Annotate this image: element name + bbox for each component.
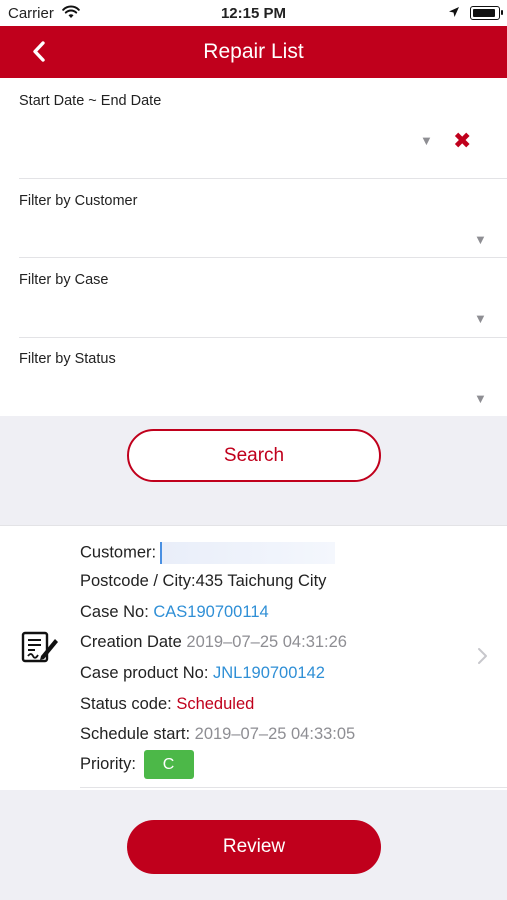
case-no-label: Case No: (80, 603, 149, 621)
creation-date-value: 2019–07–25 04:31:26 (186, 633, 347, 651)
divider (80, 787, 507, 788)
location-arrow-icon (449, 7, 459, 17)
filter-customer-label: Filter by Customer (19, 193, 138, 209)
review-button[interactable]: Review (127, 820, 381, 874)
battery-fill (473, 9, 495, 17)
filter-status-label: Filter by Status (19, 351, 116, 367)
priority-badge: C (143, 750, 194, 779)
schedule-start-value: 2019–07–25 04:33:05 (194, 725, 356, 743)
document-sign-icon (21, 631, 58, 663)
creation-date-label: Creation Date (80, 633, 182, 651)
dropdown-caret-icon[interactable]: ▼ (420, 133, 433, 148)
creation-date-row: Creation Date 2019–07–25 04:31:26 (80, 633, 347, 652)
postcode-row: Postcode / City:435 Taichung City (80, 572, 326, 591)
repair-record-card[interactable]: Customer: Postcode / City:435 Taichung C… (0, 525, 507, 790)
priority-label: Priority: (80, 754, 136, 773)
battery-icon (470, 6, 503, 20)
filter-date-range-label: Start Date ~ End Date (19, 93, 162, 109)
nav-bar: Repair List (0, 26, 507, 78)
case-no-value[interactable]: CAS190700114 (153, 603, 268, 621)
filter-panel: Start Date ~ End Date ▼ ✖ Filter by Cust… (0, 78, 507, 416)
filter-customer[interactable]: Filter by Customer ▼ (0, 179, 507, 257)
status-code-label: Status code: (80, 695, 172, 713)
customer-row: Customer: (80, 542, 336, 564)
filter-case[interactable]: Filter by Case ▼ (0, 258, 507, 337)
status-time: 12:15 PM (220, 5, 287, 22)
case-no-row: Case No: CAS190700114 (80, 603, 269, 622)
filter-date-range[interactable]: Start Date ~ End Date ▼ ✖ (0, 78, 507, 178)
filter-status[interactable]: Filter by Status ▼ (0, 338, 507, 416)
schedule-start-label: Schedule start: (80, 725, 191, 743)
schedule-start-row: Schedule start: 2019–07–25 04:33:05 (80, 725, 355, 744)
dropdown-caret-icon[interactable]: ▼ (474, 391, 487, 406)
case-product-row: Case product No: JNL190700142 (80, 664, 325, 683)
clear-icon[interactable]: ✖ (453, 128, 471, 154)
customer-label: Customer: (80, 543, 157, 562)
postcode-label: Postcode / City: (80, 572, 196, 590)
dropdown-caret-icon[interactable]: ▼ (474, 311, 487, 326)
status-bar: Carrier 12:15 PM (0, 0, 507, 26)
search-button[interactable]: Search (127, 429, 381, 482)
priority-row: Priority: C (80, 750, 194, 779)
page-title: Repair List (203, 40, 304, 63)
chevron-right-icon[interactable] (476, 646, 490, 666)
status-code-value: Scheduled (176, 695, 255, 713)
status-code-row: Status code: Scheduled (80, 695, 254, 714)
customer-value-redacted (160, 542, 336, 564)
case-product-value[interactable]: JNL190700142 (213, 664, 325, 682)
filter-case-label: Filter by Case (19, 272, 109, 288)
case-product-label: Case product No: (80, 664, 209, 682)
dropdown-caret-icon[interactable]: ▼ (474, 232, 487, 247)
postcode-value: 435 Taichung City (195, 572, 327, 590)
